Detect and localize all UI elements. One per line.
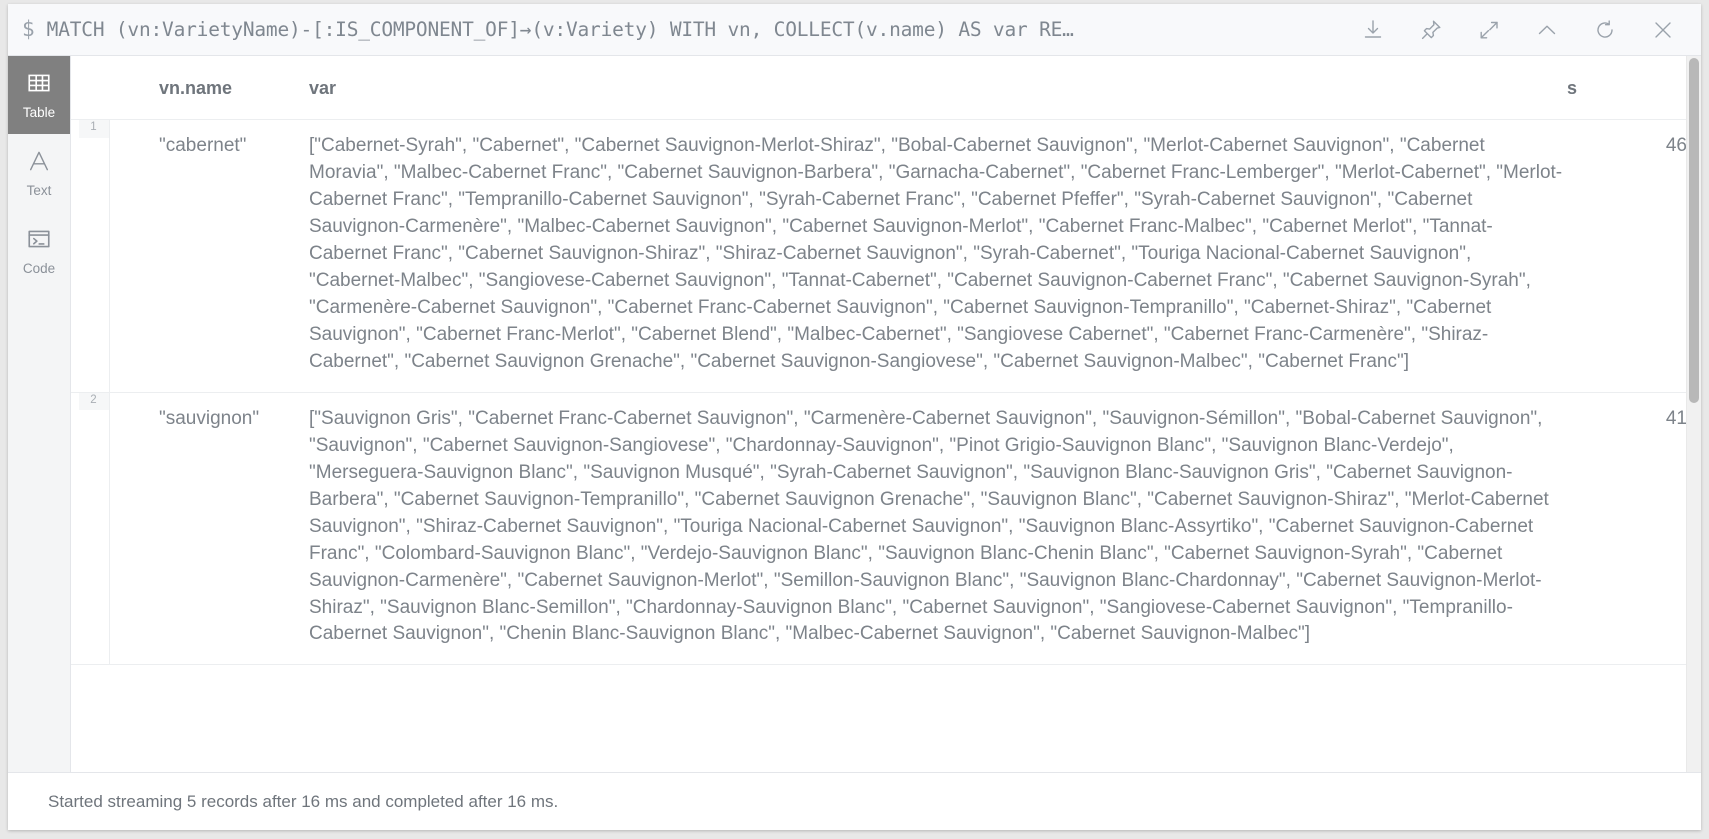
sidebar-item-table[interactable]: Table (8, 56, 70, 134)
table-icon (26, 70, 52, 101)
cell-var: ["Cabernet-Syrah", "Cabernet", "Cabernet… (309, 119, 1567, 393)
sidebar-item-code-label: Code (22, 261, 56, 277)
row-index-badge: 2 (78, 392, 109, 411)
text-icon (26, 148, 52, 179)
sidebar-item-text-label: Text (26, 183, 52, 199)
column-header-var: var (309, 56, 1567, 120)
view-rail: Table Text Code (8, 56, 71, 772)
frame-titlebar: $ MATCH (vn:VarietyName)-[:IS_COMPONENT_… (8, 4, 1701, 56)
query-text: MATCH (vn:VarietyName)-[:IS_COMPONENT_OF… (46, 17, 1074, 41)
pin-icon (1419, 18, 1443, 42)
download-icon (1361, 18, 1385, 42)
cell-s: 41 (1567, 392, 1687, 666)
table-row[interactable]: 1 "cabernet" ["Cabernet-Syrah", "Caberne… (71, 119, 1687, 393)
cell-vn-name: "cabernet" (159, 119, 309, 393)
close-button[interactable] (1635, 7, 1691, 53)
results-table: vn.name var s 1 "cabernet" ["Cabernet-Sy… (71, 56, 1687, 666)
collapse-button[interactable] (1519, 7, 1575, 53)
row-index-cell: 1 (71, 119, 110, 393)
cell-var: ["Sauvignon Gris", "Cabernet Franc-Caber… (309, 392, 1567, 666)
sidebar-item-table-label: Table (22, 105, 56, 121)
spacer-header (109, 56, 159, 120)
close-icon (1651, 18, 1675, 42)
table-header-row: vn.name var s (71, 56, 1687, 120)
expand-icon (1477, 18, 1501, 42)
scrollbar-thumb[interactable] (1689, 58, 1699, 403)
results-vertical-scrollbar[interactable] (1686, 56, 1701, 772)
spacer-cell (109, 392, 159, 666)
column-header-vn-name: vn.name (159, 56, 309, 120)
results-table-scroll[interactable]: vn.name var s 1 "cabernet" ["Cabernet-Sy… (71, 56, 1701, 772)
prompt-sigil-icon: $ (22, 17, 35, 41)
frame-actions (1345, 7, 1697, 53)
refresh-icon (1593, 18, 1617, 42)
pin-button[interactable] (1403, 7, 1459, 53)
status-bar: Started streaming 5 records after 16 ms … (8, 772, 1701, 830)
results-table-body: 1 "cabernet" ["Cabernet-Syrah", "Caberne… (71, 119, 1687, 666)
results-pane: vn.name var s 1 "cabernet" ["Cabernet-Sy… (71, 56, 1701, 772)
rerun-button[interactable] (1577, 7, 1633, 53)
table-row[interactable]: 2 "sauvignon" ["Sauvignon Gris", "Cabern… (71, 392, 1687, 666)
spacer-cell (109, 119, 159, 393)
code-icon (26, 226, 52, 257)
app-root: $ MATCH (vn:VarietyName)-[:IS_COMPONENT_… (0, 0, 1709, 839)
column-header-s: s (1567, 56, 1687, 120)
fullscreen-button[interactable] (1461, 7, 1517, 53)
row-index-header (71, 56, 109, 120)
row-index-cell: 2 (71, 392, 110, 666)
sidebar-item-text[interactable]: Text (8, 134, 70, 212)
frame-body: Table Text Code vn.name var s 1 "caberne… (8, 56, 1701, 772)
results-table-head: vn.name var s (71, 56, 1687, 120)
status-message: Started streaming 5 records after 16 ms … (48, 791, 559, 811)
sidebar-item-code[interactable]: Code (8, 212, 70, 290)
row-index-badge: 1 (78, 120, 109, 138)
cell-s: 46 (1567, 119, 1687, 393)
download-button[interactable] (1345, 7, 1401, 53)
chevron-up-icon (1535, 18, 1559, 42)
cell-vn-name: "sauvignon" (159, 392, 309, 666)
query-result-frame: $ MATCH (vn:VarietyName)-[:IS_COMPONENT_… (8, 4, 1701, 830)
